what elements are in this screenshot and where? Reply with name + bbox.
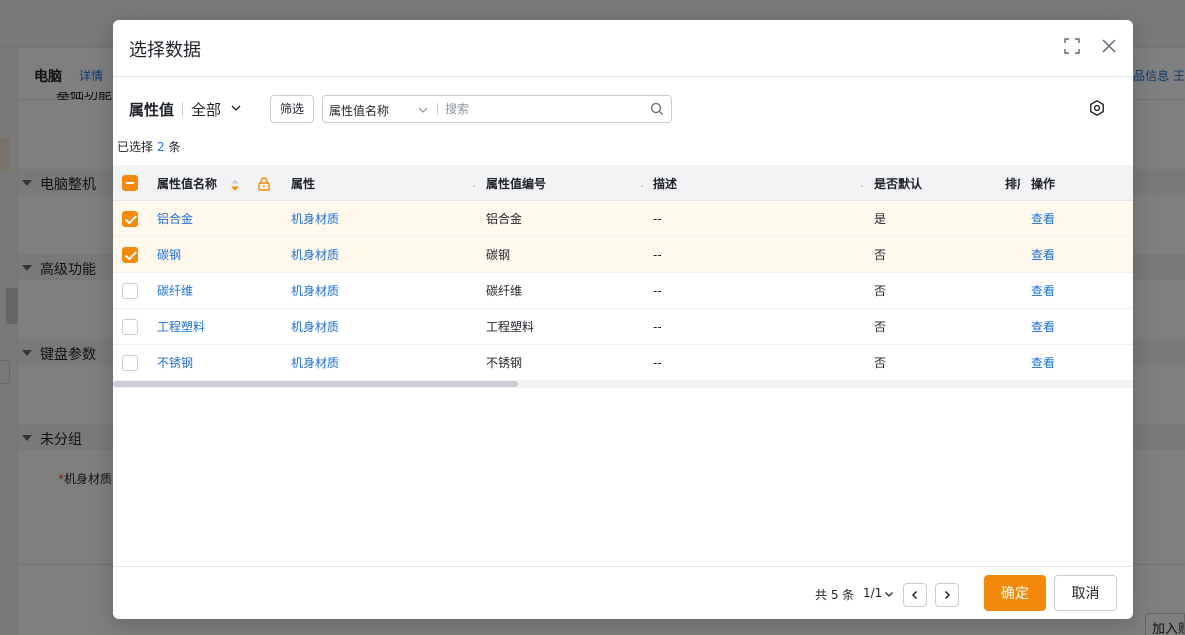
attribute-link[interactable]: 机身材质 xyxy=(291,309,339,345)
search-field-select[interactable]: 属性值名称 xyxy=(329,102,389,119)
chevron-down-icon[interactable] xyxy=(230,102,242,114)
table-row[interactable]: 碳纤维 机身材质 碳纤维 -- 否 查看 xyxy=(113,273,1133,309)
value-name-link[interactable]: 工程塑料 xyxy=(157,309,205,345)
chevron-left-icon xyxy=(911,590,918,600)
table-header: 属性值名称 属性 属性值编号 描述 是否默认 排序 操作 xyxy=(113,165,1133,201)
value-name-link[interactable]: 不锈钢 xyxy=(157,345,193,381)
attribute-link[interactable]: 机身材质 xyxy=(291,201,339,237)
search-input[interactable] xyxy=(445,100,645,118)
view-link[interactable]: 查看 xyxy=(1031,201,1055,237)
value-code: 不锈钢 xyxy=(486,356,523,370)
column-resize-handle[interactable] xyxy=(861,185,863,187)
settings-icon[interactable] xyxy=(1088,99,1106,117)
row-checkbox[interactable] xyxy=(122,319,138,335)
selection-count: 2 xyxy=(157,140,165,154)
prev-page-button[interactable] xyxy=(903,583,927,607)
sort-icon[interactable] xyxy=(230,178,240,192)
view-link[interactable]: 查看 xyxy=(1031,273,1055,309)
value-name-link[interactable]: 碳钢 xyxy=(157,237,181,273)
description: -- xyxy=(653,248,662,262)
column-header-name[interactable]: 属性值名称 xyxy=(157,165,237,201)
scrollbar-thumb[interactable] xyxy=(113,381,518,387)
value-code: 碳钢 xyxy=(486,248,511,262)
toolbar: 属性值 全部 筛选 属性值名称 xyxy=(113,77,1133,137)
confirm-button[interactable]: 确定 xyxy=(984,575,1046,611)
filter-button[interactable]: 筛选 xyxy=(270,95,314,123)
column-header-attribute[interactable]: 属性 xyxy=(291,165,351,201)
modal-footer: 共 5 条 1/1 确定 取消 xyxy=(113,566,1133,619)
fullscreen-icon[interactable] xyxy=(1063,37,1081,55)
view-link[interactable]: 查看 xyxy=(1031,237,1055,273)
lock-icon[interactable] xyxy=(256,176,272,192)
row-checkbox[interactable] xyxy=(122,355,138,371)
horizontal-scrollbar[interactable] xyxy=(113,380,1133,388)
value-name-link[interactable]: 铝合金 xyxy=(157,201,193,237)
description: -- xyxy=(653,356,662,370)
column-header-code[interactable]: 属性值编号 xyxy=(486,165,566,201)
is-default: 否 xyxy=(874,320,887,334)
column-header-action: 操作 xyxy=(1031,177,1056,191)
close-icon[interactable] xyxy=(1100,37,1118,55)
modal-header: 选择数据 xyxy=(113,20,1133,77)
column-header-sort-order[interactable]: 排序 xyxy=(1005,165,1020,201)
is-default: 是 xyxy=(874,212,887,226)
is-default: 否 xyxy=(874,356,887,370)
select-data-modal: 选择数据 属性值 全部 筛选 属性值名称 已选择2条 属性值名称 xyxy=(113,20,1133,619)
pagination-total: 共 5 条 xyxy=(815,588,855,602)
column-header-default[interactable]: 是否默认 xyxy=(874,165,944,201)
column-header-description[interactable]: 描述 xyxy=(653,165,713,201)
column-resize-handle[interactable] xyxy=(473,185,475,187)
chevron-down-icon[interactable] xyxy=(884,589,894,599)
view-link[interactable]: 查看 xyxy=(1031,309,1055,345)
chevron-down-icon[interactable] xyxy=(417,104,429,116)
description: -- xyxy=(653,284,662,298)
search-icon[interactable] xyxy=(650,102,664,116)
search-box: 属性值名称 xyxy=(322,95,672,123)
value-code: 碳纤维 xyxy=(486,284,523,298)
value-name-link[interactable]: 碳纤维 xyxy=(157,273,193,309)
value-code: 工程塑料 xyxy=(486,320,535,334)
toolbar-divider xyxy=(182,102,183,116)
attribute-link[interactable]: 机身材质 xyxy=(291,273,339,309)
table-row[interactable]: 工程塑料 机身材质 工程塑料 -- 否 查看 xyxy=(113,309,1133,345)
table-row[interactable]: 碳钢 机身材质 碳钢 -- 否 查看 xyxy=(113,237,1133,273)
is-default: 否 xyxy=(874,284,887,298)
row-checkbox[interactable] xyxy=(122,211,138,227)
view-link[interactable]: 查看 xyxy=(1031,345,1055,381)
table-row[interactable]: 不锈钢 机身材质 不锈钢 -- 否 查看 xyxy=(113,345,1133,381)
description: -- xyxy=(653,320,662,334)
chevron-right-icon xyxy=(944,590,951,600)
row-checkbox[interactable] xyxy=(122,247,138,263)
page-select[interactable]: 1/1 xyxy=(863,586,882,600)
column-resize-handle[interactable] xyxy=(641,185,643,187)
modal-title: 选择数据 xyxy=(129,40,201,61)
toolbar-label: 属性值 xyxy=(129,101,175,119)
search-divider xyxy=(437,103,438,115)
cancel-button[interactable]: 取消 xyxy=(1054,575,1117,611)
description: -- xyxy=(653,212,662,226)
attribute-link[interactable]: 机身材质 xyxy=(291,345,339,381)
is-default: 否 xyxy=(874,248,887,262)
select-all-checkbox[interactable] xyxy=(122,175,138,191)
row-checkbox[interactable] xyxy=(122,283,138,299)
attribute-link[interactable]: 机身材质 xyxy=(291,237,339,273)
table-row[interactable]: 铝合金 机身材质 铝合金 -- 是 查看 xyxy=(113,201,1133,237)
next-page-button[interactable] xyxy=(935,583,959,607)
selection-info: 已选择 2 条 xyxy=(117,140,181,154)
value-code: 铝合金 xyxy=(486,212,523,226)
data-table: 属性值名称 属性 属性值编号 描述 是否默认 排序 操作 铝合金 机身材质 铝合… xyxy=(113,165,1133,381)
scope-dropdown[interactable]: 全部 xyxy=(191,99,221,120)
